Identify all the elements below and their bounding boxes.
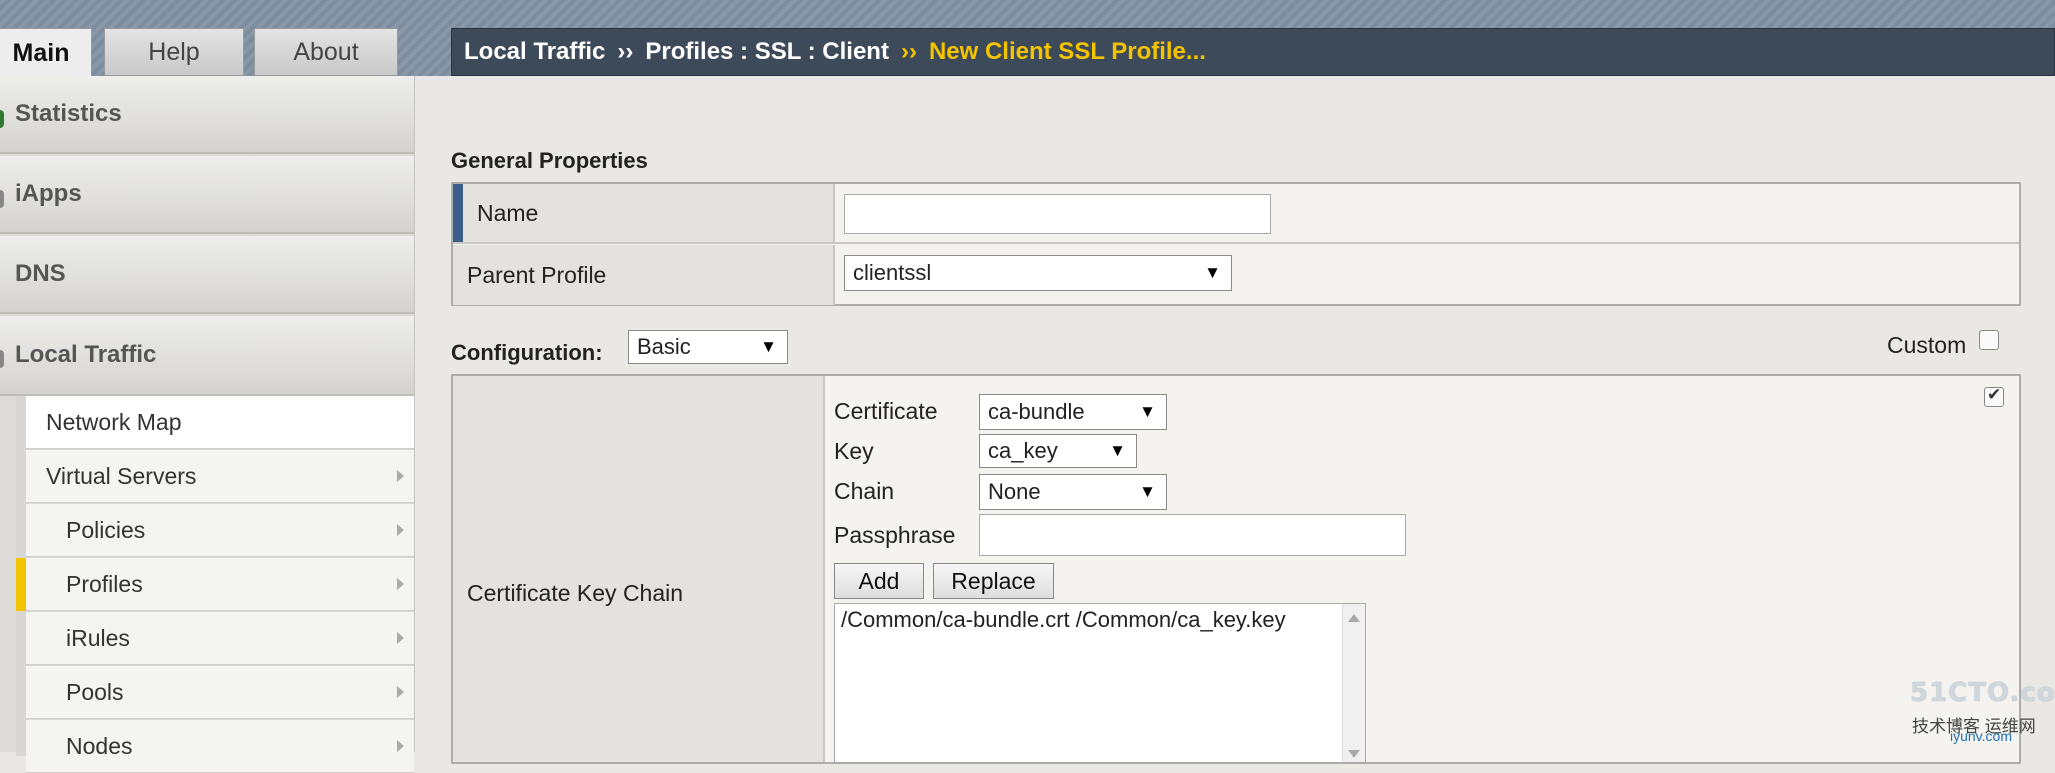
parent-profile-selected: clientssl [853,260,932,285]
iapps-icon [0,190,4,208]
sidebar-item-network-map[interactable]: Network Map [26,396,414,449]
general-properties-table: Name Parent Profile clientssl ▼ [451,182,2021,306]
dropdown-arrow-icon: ▼ [1109,441,1126,460]
watermark: 51CTO.com 技术博客 运维网 iyunv.com [1910,678,2055,748]
chain-select[interactable]: None ▼ [979,474,1167,510]
certificate-key-chain-label-cell: Certificate Key Chain [453,376,825,762]
passphrase-field[interactable] [979,514,1406,556]
key-label: Key [834,438,874,464]
required-indicator [453,184,463,242]
sidebar-item-label: Nodes [66,732,133,759]
certificate-key-chain-list[interactable]: /Common/ca-bundle.crt /Common/ca_key.key [834,603,1366,763]
custom-label: Custom [1887,332,1967,358]
breadcrumb-profiles[interactable]: Profiles : SSL : Client [645,38,889,66]
breadcrumb: Local Traffic ›› Profiles : SSL : Client… [451,28,2055,76]
chain-selected: None [988,479,1041,504]
sidebar-item-label: iRules [66,624,130,651]
chevron-right-icon [397,740,404,752]
local-traffic-subnav: Network Map Virtual Servers Policies Pro… [16,396,414,773]
breadcrumb-separator: ›› [900,38,917,65]
scrollbar[interactable] [1342,604,1365,762]
custom-checkbox[interactable] [1979,330,1999,350]
sidebar-item-label: Network Map [46,408,182,435]
certificate-label: Certificate [834,398,938,424]
sidebar: Statistics iApps DNS Local Traffic Netwo… [0,76,415,773]
dropdown-arrow-icon: ▼ [1204,263,1221,282]
parent-profile-label: Parent Profile [453,245,835,305]
key-select[interactable]: ca_key ▼ [979,434,1137,468]
chain-label: Chain [834,478,895,504]
sidebar-item-nodes[interactable]: Nodes [26,720,414,773]
sidebar-item-local-traffic[interactable]: Local Traffic [0,316,414,396]
passphrase-label: Passphrase [834,522,956,548]
chevron-right-icon [397,470,404,482]
tab-main[interactable]: Main [0,28,92,78]
sidebar-item-policies[interactable]: Policies [26,504,414,557]
certificate-key-chain-label: Certificate Key Chain [467,580,684,606]
tab-about[interactable]: About [254,28,398,76]
sidebar-item-label: DNS [15,260,66,287]
sidebar-item-label: Virtual Servers [46,462,197,489]
chevron-right-icon [397,686,404,698]
watermark-line-3: iyunv.com [1950,728,2012,744]
local-traffic-icon [0,350,4,368]
parent-profile-label-text: Parent Profile [467,261,607,288]
sidebar-item-irules[interactable]: iRules [26,612,414,665]
parent-profile-select[interactable]: clientssl ▼ [844,255,1232,291]
name-label: Name [453,184,835,242]
add-button[interactable]: Add [834,563,924,599]
table-row: Name [453,184,2019,244]
sidebar-item-label: iApps [15,180,82,207]
dropdown-arrow-icon: ▼ [1139,402,1156,421]
sidebar-item-statistics[interactable]: Statistics [0,76,414,154]
chevron-right-icon [397,632,404,644]
name-field[interactable] [844,194,1271,234]
breadcrumb-separator: ›› [617,38,634,65]
sidebar-item-profiles[interactable]: Profiles [26,558,414,611]
certificate-selected: ca-bundle [988,399,1085,424]
sidebar-item-dns[interactable]: DNS [0,236,414,314]
key-selected: ca_key [988,438,1058,463]
replace-button[interactable]: Replace [933,563,1054,599]
section-title-general: General Properties [451,148,648,173]
configuration-selected: Basic [637,334,691,359]
breadcrumb-current: New Client SSL Profile... [928,38,1206,65]
list-item[interactable]: /Common/ca-bundle.crt /Common/ca_key.key [841,607,1286,633]
sidebar-item-pools[interactable]: Pools [26,666,414,719]
sidebar-item-label: Pools [66,678,124,705]
name-label-text: Name [477,199,539,226]
configuration-select[interactable]: Basic ▼ [628,330,788,364]
sidebar-item-iapps[interactable]: iApps [0,156,414,234]
sidebar-item-label: Local Traffic [15,341,157,368]
sidebar-item-label: Statistics [15,100,122,127]
dropdown-arrow-icon: ▼ [1139,482,1156,501]
name-value-cell [835,184,2019,242]
table-row: Parent Profile clientssl ▼ [453,245,2019,305]
parent-profile-value-cell: clientssl ▼ [835,245,2019,305]
sidebar-item-virtual-servers[interactable]: Virtual Servers [26,450,414,503]
chevron-right-icon [397,524,404,536]
breadcrumb-local-traffic[interactable]: Local Traffic [464,38,605,66]
configuration-label: Configuration: [451,340,603,365]
certificate-key-chain-custom-checkbox[interactable] [1984,385,2004,407]
watermark-line-1: 51CTO.com [1910,678,2055,708]
dropdown-arrow-icon: ▼ [760,337,777,356]
scroll-down-icon[interactable] [1348,750,1360,758]
statistics-icon [0,110,4,128]
scroll-up-icon[interactable] [1348,614,1360,622]
certificate-select[interactable]: ca-bundle ▼ [979,394,1167,430]
selected-item-marker [16,558,26,611]
tab-help[interactable]: Help [104,28,244,76]
chevron-right-icon [397,578,404,590]
sidebar-item-label: Policies [66,516,146,543]
sidebar-item-label: Profiles [66,570,143,597]
